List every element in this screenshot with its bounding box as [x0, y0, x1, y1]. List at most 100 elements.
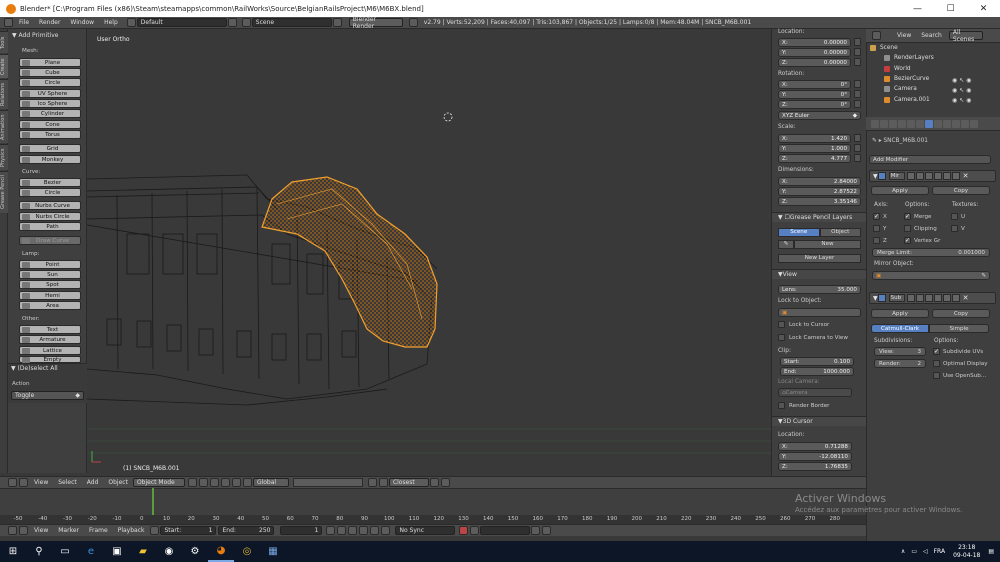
- store-icon[interactable]: ▣: [104, 541, 130, 562]
- add-spot-lamp-button[interactable]: Spot: [19, 280, 81, 289]
- object-tab-icon[interactable]: [907, 119, 915, 128]
- simple-tab[interactable]: Simple: [929, 324, 989, 333]
- outliner-menu-search[interactable]: Search: [916, 32, 947, 39]
- mirror-object-field[interactable]: ▣ ✎: [872, 271, 990, 280]
- steam-icon[interactable]: ◉: [156, 541, 182, 562]
- gp-object-tab[interactable]: Object: [819, 228, 861, 237]
- menu-add[interactable]: Add: [82, 479, 104, 486]
- gp-datablock-icon[interactable]: ✎: [778, 240, 794, 249]
- add-bezier-button[interactable]: Bezier: [19, 178, 81, 187]
- menu-file[interactable]: File: [14, 19, 34, 26]
- lock-icon[interactable]: [854, 100, 861, 108]
- view-header[interactable]: ▼ View: [772, 269, 867, 279]
- screen-layout-icon[interactable]: [126, 18, 136, 27]
- subdiv-view-field[interactable]: View: 3: [874, 347, 926, 356]
- outliner-display-mode[interactable]: All Scenes: [948, 29, 983, 43]
- lock-icon[interactable]: [854, 134, 861, 142]
- physics-tab-icon[interactable]: [970, 119, 978, 128]
- texture-tab-icon[interactable]: [952, 119, 960, 128]
- start-frame-field[interactable]: Start: 1: [160, 526, 217, 535]
- location-z-field[interactable]: Z: 0.00000: [778, 58, 851, 67]
- lock-icon[interactable]: [854, 38, 861, 46]
- show-editmode-icon[interactable]: [924, 172, 933, 180]
- screen-layout-field[interactable]: Default: [136, 18, 227, 27]
- lock-to-cursor-checkbox[interactable]: Lock to Cursor: [778, 321, 829, 328]
- mirror-axis-x-checkbox[interactable]: ✓ X: [873, 213, 887, 220]
- outliner-editor-icon[interactable]: [872, 31, 881, 40]
- scale-x-field[interactable]: X: 1.420: [778, 134, 851, 143]
- add-curve-circle-button[interactable]: Circle: [19, 188, 81, 197]
- add-sun-lamp-button[interactable]: Sun: [19, 270, 81, 279]
- manipulator-toggle-icon[interactable]: [209, 478, 219, 487]
- mirror-clipping-checkbox[interactable]: Clipping: [904, 225, 937, 232]
- blender-taskbar-icon[interactable]: ◕: [208, 541, 234, 562]
- view3d-editor-icon[interactable]: [8, 478, 17, 487]
- add-armature-button[interactable]: Armature: [19, 335, 81, 344]
- action-select[interactable]: Toggle ◆: [11, 391, 84, 400]
- add-cylinder-button[interactable]: Cylinder: [19, 109, 81, 118]
- particles-tab-icon[interactable]: [961, 119, 969, 128]
- timeline-menu-playback[interactable]: Playback: [113, 527, 150, 534]
- checkbox[interactable]: [873, 225, 880, 232]
- constraints-tab-icon[interactable]: [916, 119, 924, 128]
- subdiv-render-field[interactable]: Render: 2: [874, 359, 926, 368]
- add-empty-button[interactable]: Empty: [19, 356, 81, 363]
- show-render-icon[interactable]: [906, 294, 915, 302]
- jump-start-icon[interactable]: [326, 526, 336, 535]
- lock-object-field[interactable]: ▣: [778, 308, 861, 317]
- mirror-axis-y-checkbox[interactable]: Y: [873, 225, 886, 232]
- checkbox[interactable]: ✓: [873, 213, 880, 220]
- tab-physics[interactable]: Physics: [0, 144, 8, 170]
- pivot-point-icon[interactable]: [198, 478, 208, 487]
- timeline-ruler[interactable]: -50 -40 -30 -20 -10 0 10 20 30 40 50 60 70 80 90 100 110…: [0, 515, 866, 524]
- cursor-z-field[interactable]: Z: 1.76835: [778, 462, 852, 471]
- checkbox[interactable]: [873, 237, 880, 244]
- location-y-field[interactable]: Y: 0.00000: [778, 48, 851, 57]
- outliner-item[interactable]: BezierCurve: [884, 76, 929, 82]
- grease-pencil-header[interactable]: ▼ ☐ Grease Pencil Layers: [772, 212, 867, 222]
- add-cube-button[interactable]: Cube: [19, 68, 81, 77]
- next-keyframe-icon[interactable]: [370, 526, 380, 535]
- add-modifier-select[interactable]: Add Modifier: [869, 155, 991, 164]
- tab-animation[interactable]: Animation: [0, 110, 8, 143]
- catmull-clark-tab[interactable]: Catmull-Clark: [871, 324, 929, 333]
- add-path-button[interactable]: Path: [19, 222, 81, 231]
- subsurf-apply-button[interactable]: Apply: [871, 309, 929, 318]
- checkbox[interactable]: [933, 372, 940, 379]
- timeline-menu-marker[interactable]: Marker: [53, 527, 84, 534]
- network-icon[interactable]: ▭: [911, 548, 917, 555]
- editor-type-icon[interactable]: [4, 18, 13, 27]
- input-language[interactable]: FRA: [934, 548, 945, 555]
- add-grid-button[interactable]: Grid: [19, 144, 81, 153]
- notifications-icon[interactable]: ▤: [988, 548, 994, 555]
- move-modifier-icon[interactable]: [951, 294, 960, 302]
- show-cage-icon[interactable]: [933, 294, 942, 302]
- lock-icon[interactable]: [854, 144, 861, 152]
- scale-z-field[interactable]: Z: 4.777: [778, 154, 851, 163]
- checkbox[interactable]: [778, 402, 785, 409]
- interaction-mode-select[interactable]: Object Mode: [132, 478, 185, 487]
- world-tab-icon[interactable]: [898, 119, 906, 128]
- rotation-z-field[interactable]: Z: 0°: [778, 100, 851, 109]
- show-viewport-icon[interactable]: [915, 172, 924, 180]
- gp-new-layer-button[interactable]: New Layer: [778, 254, 861, 263]
- pin-icon[interactable]: ✎ ▸: [872, 138, 883, 144]
- menu-help[interactable]: Help: [99, 19, 123, 26]
- clip-start-field[interactable]: Start: 0.100: [780, 357, 854, 366]
- last-operator-header[interactable]: ▼ (De)select All: [11, 365, 58, 372]
- add-nurbs-circle-button[interactable]: Nurbs Circle: [19, 212, 81, 221]
- add-nurbs-curve-button[interactable]: Nurbs Curve: [19, 201, 81, 210]
- checkbox[interactable]: [933, 360, 940, 367]
- location-x-field[interactable]: X: 0.00000: [778, 38, 851, 47]
- add-torus-button[interactable]: Torus: [19, 130, 81, 139]
- merge-limit-field[interactable]: Merge Limit: 0.001000: [872, 248, 990, 257]
- scale-y-field[interactable]: Y: 1.000: [778, 144, 851, 153]
- render-tab-icon[interactable]: [871, 119, 879, 128]
- transform-orientation-select[interactable]: Global: [252, 478, 289, 487]
- play-icon[interactable]: [359, 526, 369, 535]
- lock-camera-checkbox[interactable]: Lock Camera to View: [778, 334, 848, 341]
- menu-view[interactable]: View: [29, 479, 53, 486]
- cursor-y-field[interactable]: Y: -12.08110: [778, 452, 852, 461]
- close-button[interactable]: ✕: [967, 4, 1000, 14]
- layers-lock-icon[interactable]: [367, 478, 377, 487]
